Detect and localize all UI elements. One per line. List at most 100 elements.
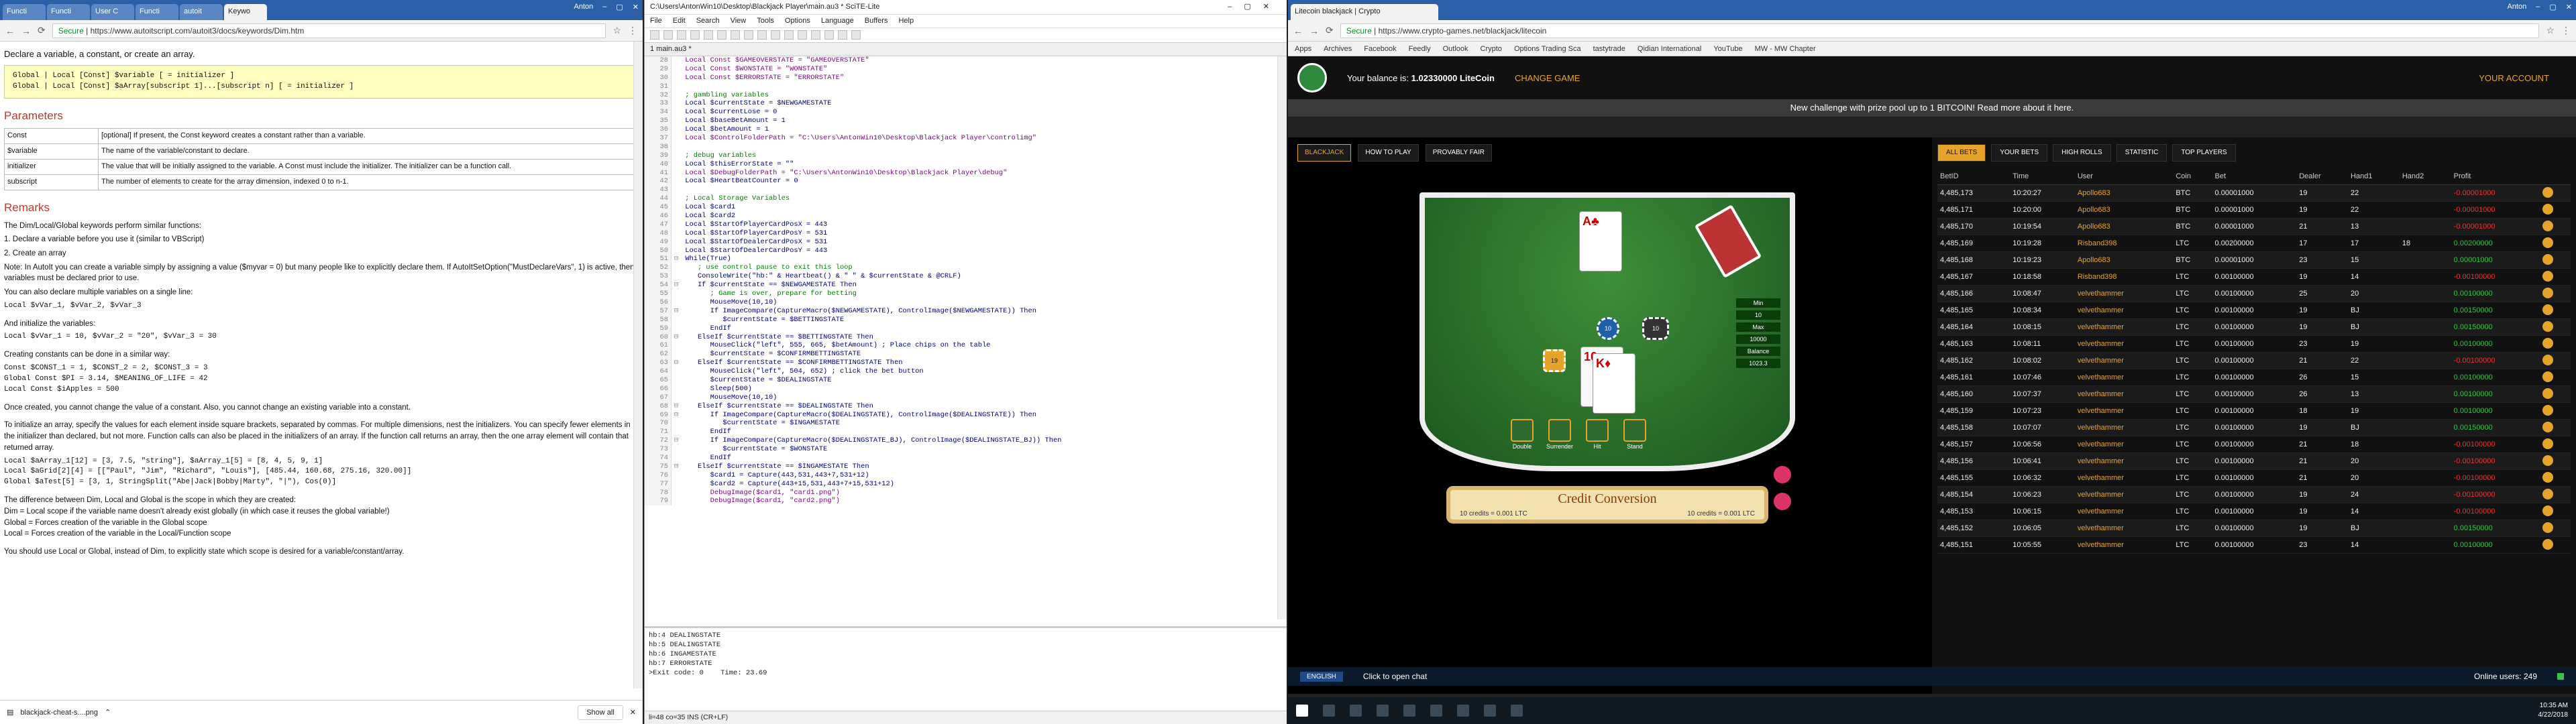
fold-marker[interactable] — [672, 428, 681, 436]
fold-marker[interactable] — [672, 212, 681, 221]
calculator-icon[interactable] — [1430, 705, 1442, 717]
table-row[interactable]: 4,485,158 10:07:07 velvethammer LTC 0.001000… — [1937, 419, 2571, 436]
forward-icon[interactable]: → — [1309, 25, 1319, 36]
table-row[interactable]: 4,485,166 10:08:47 velvethammer LTC 0.001000… — [1937, 285, 2571, 302]
bet-tab[interactable]: STATISTIC — [2116, 144, 2167, 162]
table-row[interactable]: 4,485,162 10:08:02 velvethammer LTC 0.001000… — [1937, 352, 2571, 369]
code-editor[interactable]: 28 Local Const $GAMEOVERSTATE = "GAMEOVE… — [645, 56, 1276, 619]
table-row[interactable]: 4,485,157 10:06:56 velvethammer LTC 0.001000… — [1937, 436, 2571, 453]
download-item[interactable]: blackjack-cheat-s....png — [20, 709, 98, 717]
window-button[interactable]: ▢ — [616, 3, 623, 11]
fold-marker[interactable]: ⊟ — [672, 436, 681, 445]
bookmark[interactable]: Qidian International — [1638, 45, 1701, 53]
url-input[interactable]: Secure | https://www.autoitscript.com/au… — [52, 23, 606, 38]
fold-marker[interactable] — [672, 169, 681, 178]
fold-marker[interactable] — [672, 65, 681, 74]
language-select[interactable]: ENGLISH — [1300, 671, 1343, 682]
toolbar-button-icon[interactable] — [663, 30, 673, 40]
fold-marker[interactable] — [672, 152, 681, 160]
table-row[interactable]: 4,485,159 10:07:23 velvethammer LTC 0.001000… — [1937, 402, 2571, 420]
fold-marker[interactable]: ⊟ — [672, 255, 681, 263]
fold-marker[interactable] — [672, 290, 681, 298]
star-icon[interactable]: ☆ — [612, 25, 621, 36]
sound-icon[interactable] — [1774, 466, 1791, 483]
fold-marker[interactable] — [672, 203, 681, 212]
table-row[interactable]: 4,485,151 10:05:55 velvethammer LTC 0.001000… — [1937, 536, 2571, 554]
menu-icon[interactable]: ⋮ — [2561, 25, 2571, 36]
back-icon[interactable]: ← — [1293, 25, 1303, 36]
fold-marker[interactable] — [672, 385, 681, 394]
browser-tab[interactable]: Functi — [3, 4, 46, 20]
fold-marker[interactable] — [672, 186, 681, 194]
menu-item[interactable]: Edit — [673, 17, 686, 25]
fold-marker[interactable] — [672, 419, 681, 428]
table-row[interactable]: 4,485,168 10:19:23 Apollo683 BTC 0.00001000 2… — [1937, 251, 2571, 269]
taskview-icon[interactable] — [1350, 705, 1362, 717]
toolbar-button-icon[interactable] — [784, 30, 794, 40]
fold-marker[interactable] — [672, 263, 681, 272]
window-button[interactable]: ✕ — [633, 3, 639, 11]
fold-marker[interactable] — [672, 445, 681, 454]
toolbar-button-icon[interactable] — [690, 30, 700, 40]
app-icon[interactable] — [1484, 705, 1496, 717]
table-row[interactable]: 4,485,154 10:06:23 velvethammer LTC 0.001000… — [1937, 486, 2571, 503]
bet-tab[interactable]: HIGH ROLLS — [2053, 144, 2111, 162]
fold-marker[interactable] — [672, 480, 681, 489]
action-stand[interactable]: Stand — [1618, 419, 1652, 450]
menu-item[interactable]: File — [650, 17, 662, 25]
bet-tab[interactable]: TOP PLAYERS — [2172, 144, 2236, 162]
menu-item[interactable]: Buffers — [865, 17, 888, 25]
window-controls[interactable]: –▢✕ — [1228, 2, 1281, 11]
reload-icon[interactable]: ⟳ — [1326, 25, 1334, 36]
window-button[interactable]: – — [602, 3, 606, 11]
chrome-icon[interactable] — [1377, 705, 1389, 717]
promo-banner[interactable]: New challenge with prize pool up to 1 BI… — [1288, 99, 2576, 117]
table-row[interactable]: 4,485,161 10:07:46 velvethammer LTC 0.001000… — [1937, 369, 2571, 386]
browser-tab[interactable]: Keywo — [224, 4, 267, 20]
fold-marker[interactable] — [672, 221, 681, 229]
menu-item[interactable]: View — [731, 17, 747, 25]
show-all-button[interactable]: Show all — [578, 705, 623, 720]
table-row[interactable]: 4,485,160 10:07:37 velvethammer LTC 0.001000… — [1937, 385, 2571, 403]
window-controls-right[interactable]: Anton – ▢ ✕ — [2508, 3, 2573, 11]
fold-marker[interactable] — [672, 238, 681, 247]
toolbar-button-icon[interactable] — [838, 30, 847, 40]
bet-tab[interactable]: ALL BETS — [1937, 144, 1986, 162]
toolbar-button-icon[interactable] — [851, 30, 861, 40]
game-tab[interactable]: BLACKJACK — [1297, 144, 1352, 162]
fold-marker[interactable]: ⊟ — [672, 411, 681, 420]
fold-marker[interactable]: ⊟ — [672, 307, 681, 316]
bet-tab[interactable]: YOUR BETS — [1991, 144, 2048, 162]
toolbar-button-icon[interactable] — [744, 30, 753, 40]
scite-icon[interactable] — [1511, 705, 1523, 717]
table-row[interactable]: 4,485,171 10:20:00 Apollo683 BTC 0.00001000 1… — [1937, 201, 2571, 219]
close-download-bar-icon[interactable]: ✕ — [630, 708, 636, 717]
table-row[interactable]: 4,485,170 10:19:54 Apollo683 BTC 0.00001000 2… — [1937, 218, 2571, 235]
fold-marker[interactable] — [672, 376, 681, 385]
fold-marker[interactable] — [672, 74, 681, 82]
fold-marker[interactable] — [672, 489, 681, 497]
toolbar-button-icon[interactable] — [824, 30, 834, 40]
toolbar-button-icon[interactable] — [677, 30, 686, 40]
toolbar-button-icon[interactable] — [811, 30, 820, 40]
fold-marker[interactable] — [672, 394, 681, 402]
table-row[interactable]: 4,485,173 10:20:27 Apollo683 BTC 0.00001000 1… — [1937, 184, 2571, 202]
fold-marker[interactable] — [672, 91, 681, 100]
table-row[interactable]: 4,485,164 10:08:15 velvethammer LTC 0.001000… — [1937, 318, 2571, 336]
toolbar-button-icon[interactable] — [798, 30, 807, 40]
fold-marker[interactable] — [672, 324, 681, 333]
tab-blackjack[interactable]: Litecoin blackjack | Crypto — [1291, 4, 1438, 20]
star-icon[interactable]: ☆ — [2546, 25, 2555, 36]
bookmark[interactable]: Facebook — [1364, 45, 1396, 53]
file-tab[interactable]: 1 main.au3 * — [645, 43, 1287, 56]
fold-marker[interactable]: ⊟ — [672, 333, 681, 342]
table-row[interactable]: 4,485,169 10:19:28 Risband398 LTC 0.00200000… — [1937, 235, 2571, 252]
toolbar-button-icon[interactable] — [650, 30, 659, 40]
bookmark[interactable]: tastytrade — [1593, 45, 1625, 53]
fold-marker[interactable] — [672, 350, 681, 359]
bookmark[interactable]: Crypto — [1481, 45, 1502, 53]
mail-icon[interactable] — [1457, 705, 1469, 717]
toolbar-button-icon[interactable] — [771, 30, 780, 40]
toolbar-button-icon[interactable] — [717, 30, 727, 40]
toolbar-button-icon[interactable] — [731, 30, 740, 40]
